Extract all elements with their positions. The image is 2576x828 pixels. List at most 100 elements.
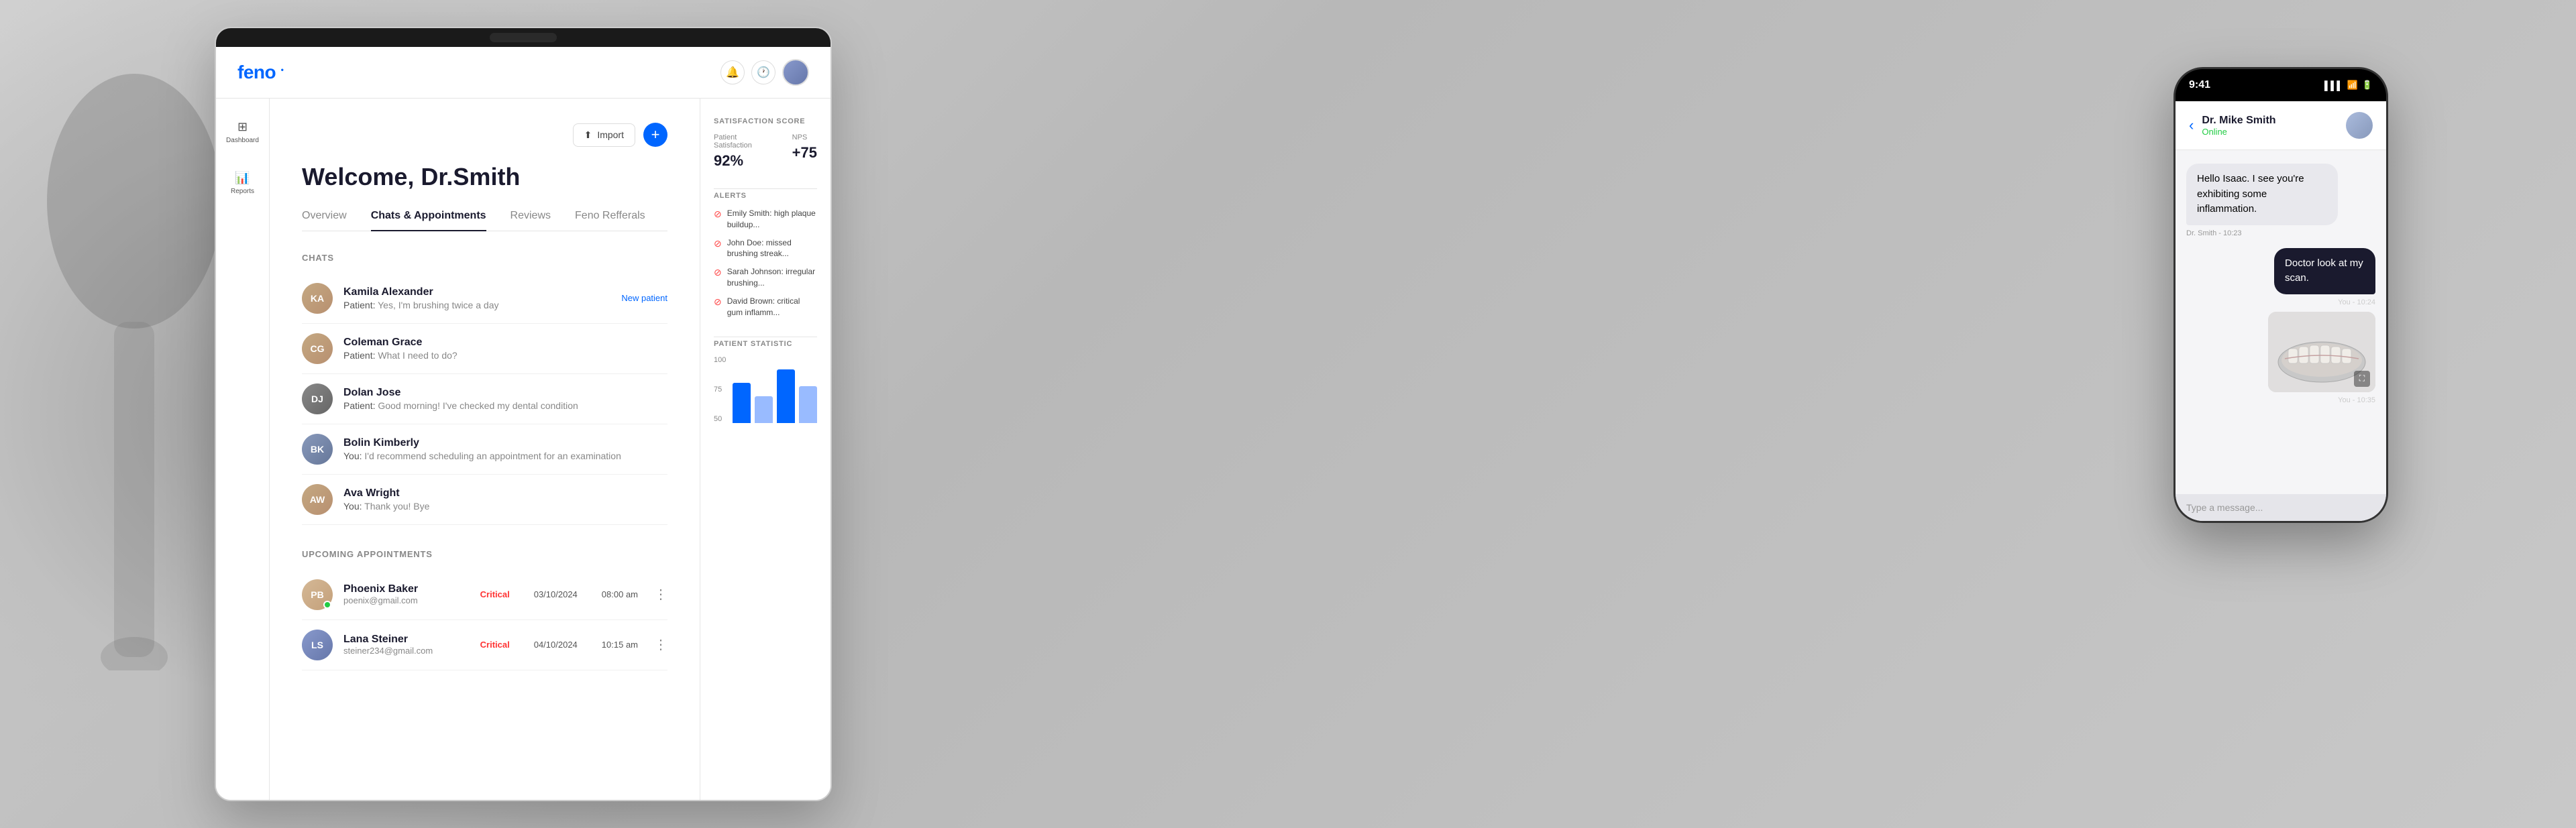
app-header: feno ● 🔔 🕐 xyxy=(216,47,830,99)
sidebar-item-reports[interactable]: 📊 Reports xyxy=(225,166,260,200)
chat-text: Good morning! I've checked my dental con… xyxy=(378,400,578,411)
appointment-time: 10:15 am xyxy=(602,640,638,650)
import-button[interactable]: ⬆ Import xyxy=(573,123,635,147)
phone-chat-header: ‹ Dr. Mike Smith Online xyxy=(2176,101,2386,150)
chat-name: Coleman Grace xyxy=(343,337,667,349)
satisfaction-row: Patient Satisfaction 92% NPS +75 xyxy=(714,133,817,170)
appointment-more-options[interactable]: ⋮ xyxy=(654,586,667,603)
phone-time: 9:41 xyxy=(2189,79,2210,91)
chart-y-75: 75 xyxy=(714,386,726,394)
chat-sender: You: xyxy=(343,501,362,512)
appointment-item[interactable]: LS Lana Steiner steiner234@gmail.com Cri… xyxy=(302,620,667,670)
last-message-time: You - 10:35 xyxy=(2338,396,2375,404)
tab-feno-refferals[interactable]: Feno Refferals xyxy=(575,210,645,231)
phone-input-placeholder[interactable]: Type a message... xyxy=(2186,502,2263,513)
appointment-name: Lana Steiner xyxy=(343,634,480,646)
reports-icon: 📊 xyxy=(235,171,250,185)
tab-reviews[interactable]: Reviews xyxy=(511,210,551,231)
clock-button[interactable]: 🕐 xyxy=(751,60,775,84)
app-logo: feno ● xyxy=(237,62,284,83)
chart-bar-2 xyxy=(755,396,773,423)
chat-list: CHATS KA Kamila Alexander Patient: Yes, … xyxy=(302,253,667,525)
chat-item[interactable]: CG Coleman Grace Patient: What I need to… xyxy=(302,324,667,374)
welcome-title: Welcome, Dr.Smith xyxy=(302,163,667,191)
chat-name: Bolin Kimberly xyxy=(343,437,667,449)
back-button[interactable]: ‹ xyxy=(2189,117,2194,134)
laptop-screen: feno ● 🔔 🕐 ⊞ Dashboard xyxy=(216,47,830,800)
chat-info: Bolin Kimberly You: I'd recommend schedu… xyxy=(343,437,667,461)
chat-text: Thank you! Bye xyxy=(364,501,429,512)
chat-item[interactable]: DJ Dolan Jose Patient: Good morning! I'v… xyxy=(302,374,667,424)
patient-statistic-title: PATIENT STATISTIC xyxy=(714,340,817,348)
chat-item[interactable]: KA Kamila Alexander Patient: Yes, I'm br… xyxy=(302,274,667,324)
appointment-email: poenix@gmail.com xyxy=(343,595,480,605)
nps-label: NPS xyxy=(792,133,817,141)
tabs-container: Overview Chats & Appointments Reviews Fe… xyxy=(302,210,667,231)
phone-mockup: 9:41 ▌▌▌ 📶 🔋 ‹ Dr. Mike Smith Online Hel… xyxy=(2174,67,2388,523)
appointment-item[interactable]: PB Phoenix Baker poenix@gmail.com Critic… xyxy=(302,570,667,620)
chart-y-100: 100 xyxy=(714,356,726,364)
battery-icon: 🔋 xyxy=(2362,80,2373,91)
message-sent-area: Doctor look at my scan. You - 10:24 xyxy=(2249,248,2375,404)
divider xyxy=(714,188,817,189)
chat-preview: You: Thank you! Bye xyxy=(343,501,667,512)
logo-text: feno xyxy=(237,62,276,82)
appointment-status-badge: Critical xyxy=(480,640,510,650)
chat-item[interactable]: BK Bolin Kimberly You: I'd recommend sch… xyxy=(302,424,667,475)
alerts-section: ALERTS ⊘ Emily Smith: high plaque buildu… xyxy=(714,192,817,318)
appointment-avatar: LS xyxy=(302,630,333,660)
chat-name: Ava Wright xyxy=(343,487,667,499)
appointment-more-options[interactable]: ⋮ xyxy=(654,636,667,653)
chat-info: Coleman Grace Patient: What I need to do… xyxy=(343,337,667,361)
import-label: Import xyxy=(597,129,624,140)
chat-info: Ava Wright You: Thank you! Bye xyxy=(343,487,667,512)
sidebar-label-dashboard: Dashboard xyxy=(226,137,259,144)
appointment-name: Phoenix Baker xyxy=(343,583,480,595)
chats-section-label: CHATS xyxy=(302,253,667,263)
message-bubble-received: Hello Isaac. I see you're exhibiting som… xyxy=(2186,164,2338,225)
new-patient-badge: New patient xyxy=(621,293,667,303)
chat-avatar: CG xyxy=(302,333,333,364)
chat-avatar: AW xyxy=(302,484,333,515)
chart-bar-1 xyxy=(733,383,751,423)
tab-chats-appointments[interactable]: Chats & Appointments xyxy=(371,210,486,231)
user-avatar[interactable] xyxy=(782,59,809,86)
fullscreen-button[interactable]: ⛶ xyxy=(2354,371,2370,387)
phone-screen: ‹ Dr. Mike Smith Online Hello Isaac. I s… xyxy=(2176,101,2386,521)
appointment-avatar: PB xyxy=(302,579,333,610)
appointment-time: 08:00 am xyxy=(602,589,638,599)
chat-preview: You: I'd recommend scheduling an appoint… xyxy=(343,451,667,461)
alert-icon: ⊘ xyxy=(714,267,722,278)
message-timestamp: Dr. Smith - 10:23 xyxy=(2186,229,2375,237)
notification-button[interactable]: 🔔 xyxy=(720,60,745,84)
tab-overview[interactable]: Overview xyxy=(302,210,347,231)
phone-messages: Hello Isaac. I see you're exhibiting som… xyxy=(2176,150,2386,494)
sidebar: ⊞ Dashboard 📊 Reports xyxy=(216,99,270,800)
chart-bar-4 xyxy=(799,386,817,423)
phone-contact-info: Dr. Mike Smith Online xyxy=(2202,115,2338,137)
sidebar-item-dashboard[interactable]: ⊞ Dashboard xyxy=(221,115,264,150)
alert-item: ⊘ David Brown: critical gum inflamm... xyxy=(714,296,817,318)
appointment-date: 03/10/2024 xyxy=(534,589,578,599)
chat-item[interactable]: AW Ava Wright You: Thank you! Bye xyxy=(302,475,667,525)
alert-text: Sarah Johnson: irregular brushing... xyxy=(727,266,817,289)
clock-icon: 🕐 xyxy=(757,66,770,79)
message-text: Hello Isaac. I see you're exhibiting som… xyxy=(2197,172,2327,217)
message-timestamp: You - 10:24 xyxy=(2338,298,2375,306)
laptop-camera xyxy=(490,33,557,42)
appointment-info: Lana Steiner steiner234@gmail.com xyxy=(343,634,480,656)
alert-icon: ⊘ xyxy=(714,296,722,308)
chat-preview: Patient: Good morning! I've checked my d… xyxy=(343,400,667,411)
add-button[interactable]: + xyxy=(643,123,667,147)
appointment-date: 04/10/2024 xyxy=(534,640,578,650)
alert-item: ⊘ Sarah Johnson: irregular brushing... xyxy=(714,266,817,289)
satisfaction-section: SATISFACTION SCORE Patient Satisfaction … xyxy=(714,117,817,170)
appointments-section: UPCOMING APPOINTMENTS PB Phoenix Baker p… xyxy=(302,549,667,670)
phone-contact-name: Dr. Mike Smith xyxy=(2202,115,2338,127)
alert-item: ⊘ Emily Smith: high plaque buildup... xyxy=(714,208,817,231)
patient-satisfaction-label: Patient Satisfaction xyxy=(714,133,776,150)
satisfaction-title: SATISFACTION SCORE xyxy=(714,117,817,125)
chat-text: Yes, I'm brushing twice a day xyxy=(378,300,498,310)
chat-info: Kamila Alexander Patient: Yes, I'm brush… xyxy=(343,286,621,310)
chart-bar-3 xyxy=(777,369,795,423)
